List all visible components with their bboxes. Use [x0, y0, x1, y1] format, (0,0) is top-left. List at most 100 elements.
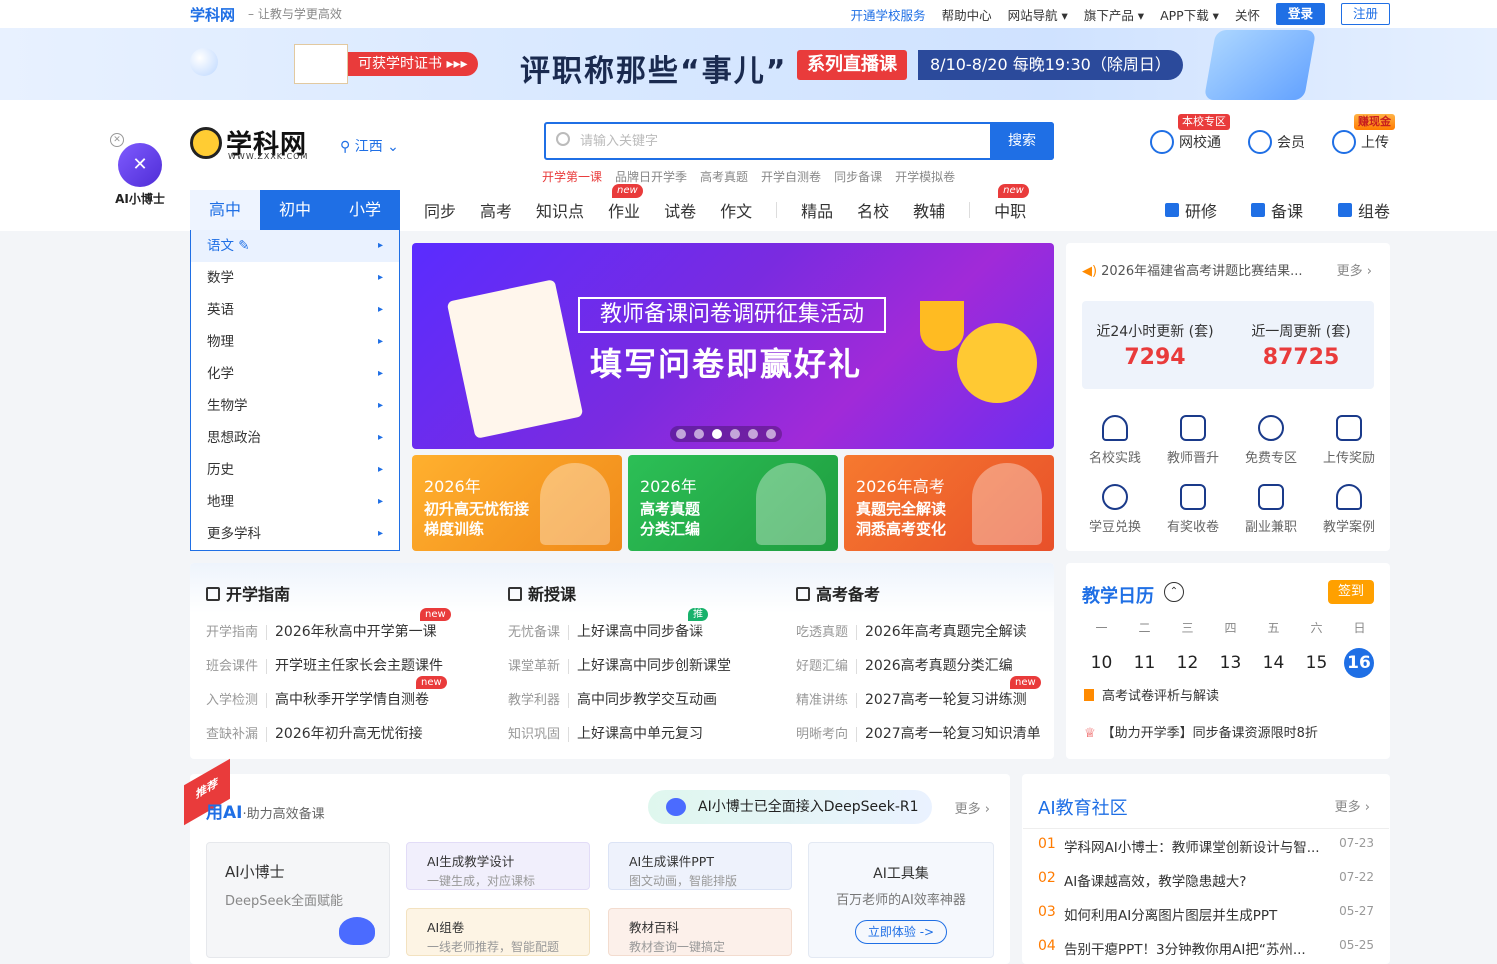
site-nav-link[interactable]: 网站导航 ▾ — [1008, 5, 1068, 24]
resource-row[interactable]: 无忧备课 上好课高中同步备课 — [508, 621, 703, 641]
ai-assistant-badge[interactable]: ✕ ✕ AI小博士 — [110, 133, 170, 207]
region-selector[interactable]: ⚲ 江西 ⌄ — [340, 136, 399, 156]
try-now-button[interactable]: 立即体验 -> — [855, 920, 947, 944]
upload-link[interactable]: 赚现金 上传 — [1332, 114, 1395, 154]
carousel-dot[interactable] — [748, 429, 758, 439]
ai-more-link[interactable]: 更多 › — [955, 798, 990, 817]
resource-row[interactable]: 明晰考向 2027高考一轮复习知识清单 — [796, 723, 1041, 743]
collapse-toggle-icon[interactable]: ⌃ — [1164, 582, 1184, 602]
subject-item[interactable]: 生物学 ▸ — [191, 390, 399, 422]
nav-prepare[interactable]: 备课 — [1251, 190, 1303, 230]
subject-item[interactable]: 数学 ▸ — [191, 262, 399, 294]
subject-item[interactable]: 化学 ▸ — [191, 358, 399, 390]
calendar-day[interactable]: 10 — [1080, 648, 1123, 678]
hotword-link[interactable]: 品牌日开学季 — [615, 168, 687, 185]
promo-card[interactable]: 2026年高考 真题完全解读 洞悉高考变化 — [844, 455, 1054, 551]
subject-item[interactable]: 历史 ▸ — [191, 454, 399, 486]
carousel-dot[interactable] — [694, 429, 704, 439]
nav-sync[interactable]: 同步 — [412, 198, 468, 222]
resource-row[interactable]: 吃透真题 2026年高考真题完全解读 — [796, 621, 1027, 641]
subject-item[interactable]: 英语 ▸ — [191, 294, 399, 326]
carousel-dot[interactable] — [676, 429, 686, 439]
calendar-day-today[interactable]: 16 — [1344, 648, 1374, 678]
ai-lesson-design-card[interactable]: AI生成教学设计 一键生成，对应课标 — [406, 842, 590, 890]
resource-row[interactable]: 教学利器 高中同步教学交互动画 — [508, 689, 717, 709]
login-button[interactable]: 登录 — [1275, 3, 1325, 25]
subject-item[interactable]: 思想政治 ▸ — [191, 422, 399, 454]
nav-tutoring[interactable]: 教辅 — [901, 198, 957, 222]
tab-senior-high[interactable]: 高中 — [190, 190, 260, 230]
promo-card[interactable]: 2026年 高考真题 分类汇编 — [628, 455, 838, 551]
register-button[interactable]: 注册 — [1340, 3, 1390, 25]
carousel-dot[interactable] — [766, 429, 776, 439]
notice-link[interactable]: ◀) 2026年福建省高考讲题比赛结果... — [1082, 260, 1320, 279]
ai-ppt-card[interactable]: AI生成课件PPT 图文动画，智能排版 — [608, 842, 792, 890]
top-logo[interactable]: 学科网 — [190, 4, 235, 25]
help-center-link[interactable]: 帮助中心 — [942, 5, 992, 24]
resource-row[interactable]: 班会课件 开学班主任家长会主题课件 — [206, 655, 443, 675]
nav-homework[interactable]: new 作业 — [596, 184, 652, 222]
carousel-dot[interactable] — [730, 429, 740, 439]
community-item[interactable]: 04 告别干瘪PPT！3分钟教你用AI把“苏州... 05-25 — [1038, 938, 1374, 958]
calendar-day[interactable]: 12 — [1166, 648, 1209, 678]
close-icon[interactable]: ✕ — [110, 133, 124, 147]
calendar-day[interactable]: 14 — [1252, 648, 1295, 678]
app-download-link[interactable]: APP下载 ▾ — [1160, 5, 1219, 24]
resource-row[interactable]: 知识巩固 上好课高中单元复习 — [508, 723, 703, 743]
hotword-link[interactable]: 开学自测卷 — [761, 168, 821, 185]
textbook-wiki-card[interactable]: 教材百科 教材查询一键搞定 — [608, 908, 792, 956]
check-in-button[interactable]: 签到 — [1327, 580, 1374, 604]
feature-paper-collection[interactable]: 有奖收卷 — [1154, 484, 1232, 535]
search-button[interactable]: 搜索 — [990, 122, 1054, 160]
nav-research[interactable]: 研修 — [1165, 190, 1217, 230]
subject-item[interactable]: 语文 ✎ ▸ — [191, 230, 399, 262]
care-link[interactable]: 关怀 — [1235, 5, 1260, 24]
nav-famous-school[interactable]: 名校 — [845, 198, 901, 222]
hotword-link[interactable]: 开学模拟卷 — [895, 168, 955, 185]
hero-carousel[interactable]: 教师备课问卷调研征集活动 填写问卷即赢好礼 — [412, 243, 1054, 449]
resource-row[interactable]: 入学检测 高中秋季开学学情自测卷 — [206, 689, 429, 709]
calendar-day[interactable]: 15 — [1295, 648, 1338, 678]
deepseek-banner[interactable]: AI小博士已全面接入DeepSeek-R1 — [648, 790, 932, 824]
hotword-link[interactable]: 同步备课 — [834, 168, 882, 185]
community-item[interactable]: 02 AI备课越高效，教学隐患越大? 07-22 — [1038, 870, 1374, 890]
school-net-link[interactable]: 本校专区 网校通 — [1150, 114, 1230, 154]
calendar-day[interactable]: 13 — [1209, 648, 1252, 678]
tab-primary[interactable]: 小学 — [330, 190, 400, 230]
top-banner[interactable]: 可获学时证书 ▸▸▸ 评职称那些“事儿” 系列直播课 8/10-8/20 每晚1… — [0, 28, 1497, 100]
ai-assistant-card[interactable]: AI小博士 DeepSeek全面赋能 — [206, 842, 390, 958]
ai-tools-card[interactable]: AI工具集 百万老师的AI效率神器 立即体验 -> — [808, 842, 994, 958]
tab-junior-high[interactable]: 初中 — [260, 190, 330, 230]
subject-item[interactable]: 物理 ▸ — [191, 326, 399, 358]
nav-essay[interactable]: 作文 — [708, 198, 764, 222]
promo-card[interactable]: 2026年 初升高无忧衔接 梯度训练 — [412, 455, 622, 551]
search-input[interactable] — [580, 128, 980, 154]
resource-row[interactable]: 好题汇编 2026高考真题分类汇编 — [796, 655, 1013, 675]
feature-famous-school-practice[interactable]: 名校实践 — [1076, 415, 1154, 466]
nav-exam[interactable]: 试卷 — [652, 198, 708, 222]
hotword-link[interactable]: 开学第一课 — [542, 168, 602, 185]
resource-row[interactable]: 精准讲练 2027高考一轮复习讲练测 — [796, 689, 1027, 709]
calendar-event[interactable]: 高考试卷评析与解读 — [1084, 685, 1219, 704]
resource-row[interactable]: 开学指南 2026年秋高中开学第一课 — [206, 621, 437, 641]
feature-teaching-case[interactable]: 教学案例 — [1310, 484, 1388, 535]
site-logo[interactable]: 学科网 WWW.ZXXK.COM — [190, 124, 307, 161]
ai-compose-card[interactable]: AI组卷 一线老师推荐，智能配题 — [406, 908, 590, 956]
nav-compose[interactable]: 组卷 — [1338, 190, 1390, 230]
subject-item[interactable]: 更多学科 ▸ — [191, 518, 399, 550]
resource-row[interactable]: 课堂革新 上好课高中同步创新课堂 — [508, 655, 731, 675]
nav-premium[interactable]: 精品 — [789, 198, 845, 222]
member-link[interactable]: 会员 — [1248, 130, 1305, 154]
feature-teacher-promotion[interactable]: 教师晋升 — [1154, 415, 1232, 466]
notice-more-link[interactable]: 更多 › — [1337, 260, 1372, 279]
hotword-link[interactable]: 高考真题 — [700, 168, 748, 185]
community-item[interactable]: 03 如何利用AI分离图片图层并生成PPT 05-27 — [1038, 904, 1374, 924]
feature-free-zone[interactable]: 免费专区 — [1232, 415, 1310, 466]
products-link[interactable]: 旗下产品 ▾ — [1084, 5, 1144, 24]
nav-gaokao[interactable]: 高考 — [468, 198, 524, 222]
subject-item[interactable]: 地理 ▸ — [191, 486, 399, 518]
feature-side-job[interactable]: 副业兼职 — [1232, 484, 1310, 535]
open-school-service-link[interactable]: 开通学校服务 — [851, 5, 926, 24]
calendar-event[interactable]: ♕ 【助力开学季】同步备课资源限时8折 — [1084, 722, 1318, 741]
calendar-day[interactable]: 11 — [1123, 648, 1166, 678]
